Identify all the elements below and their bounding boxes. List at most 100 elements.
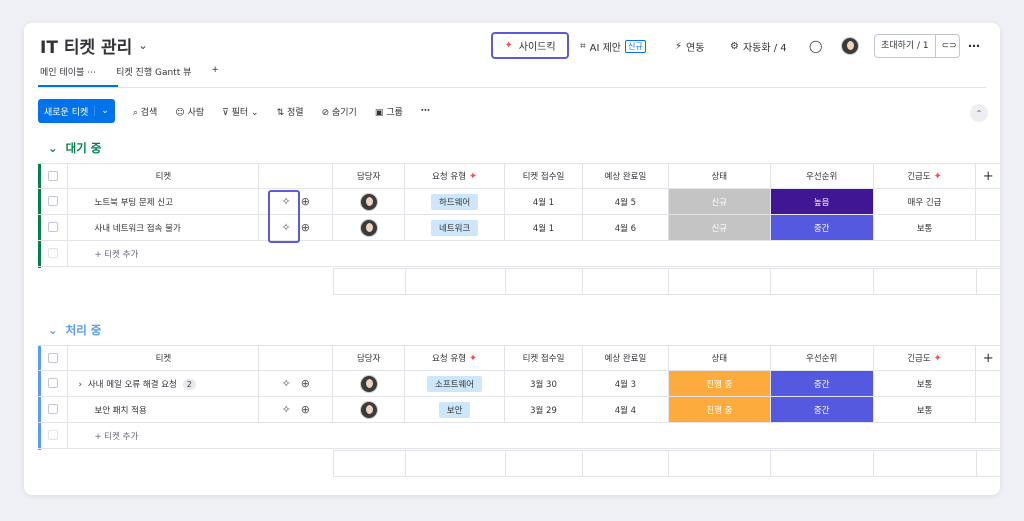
collapse-toolbar-icon[interactable]: ⌃ [970, 104, 988, 122]
add-column-icon[interactable]: + [975, 345, 1000, 371]
due-date[interactable]: 4월 5 [582, 188, 669, 215]
column-header-received[interactable]: 티켓 접수일 [504, 345, 583, 371]
urgency-value[interactable]: 보통 [873, 396, 977, 423]
priority-badge[interactable]: 중간 [770, 396, 874, 423]
request-type-label[interactable]: 소프트웨어 [427, 375, 483, 392]
add-ticket-input[interactable]: + 티켓 추가 [67, 240, 1000, 267]
avatar[interactable] [841, 37, 859, 55]
column-header-urgency[interactable]: 긴급도 ✦ [873, 163, 977, 189]
add-ticket-row[interactable]: + 티켓 추가 [38, 240, 1000, 267]
avatar[interactable] [359, 192, 378, 211]
person-filter-button[interactable]: ☺ 사람 [175, 105, 204, 118]
sort-button[interactable]: ⇅ 정렬 [277, 105, 304, 118]
automation-button[interactable]: ⚙ 자동화 / 4 [730, 33, 787, 59]
more-icon[interactable]: ⋯ [87, 68, 96, 78]
status-badge[interactable]: 신규 [668, 214, 771, 241]
group-title[interactable]: ⌄ 대기 중 [48, 140, 101, 156]
avatar[interactable] [359, 374, 378, 393]
sparkle-action-icon[interactable]: ✧ [282, 377, 291, 390]
add-update-icon[interactable]: ⊕ [301, 377, 310, 390]
add-column-icon[interactable]: + [975, 163, 1000, 189]
column-header-assignee[interactable]: 담당자 [332, 163, 406, 189]
add-update-icon[interactable]: ⊕ [301, 195, 310, 208]
table-row[interactable]: 사내 네트워크 접속 불가 ✧ ⊕ 네트워크 4월 1 4월 6 신규 중간 보통 [38, 214, 1000, 241]
priority-badge[interactable]: 중간 [770, 214, 874, 241]
ai-suggest-button[interactable]: ⌗ AI 제안 신규 [580, 33, 646, 59]
chevron-down-icon[interactable]: ⌄ [48, 323, 58, 337]
status-badge[interactable]: 진행 중 [668, 370, 771, 397]
invite-button[interactable]: 초대하기 / 1 ⊂⊃ [874, 34, 960, 58]
sidekick-button[interactable]: ✦ 사이드킥 [491, 32, 569, 59]
row-checkbox[interactable] [47, 196, 58, 207]
received-date[interactable]: 4월 1 [504, 188, 583, 215]
column-header-urgency[interactable]: 긴급도 ✦ [873, 345, 977, 371]
urgency-value[interactable]: 보통 [873, 214, 977, 241]
due-date[interactable]: 4월 6 [582, 214, 669, 241]
urgency-value[interactable]: 보통 [873, 370, 977, 397]
tab-gantt-view[interactable]: 티켓 진행 Gantt 뷰 [116, 65, 191, 78]
tab-main-table[interactable]: 메인 테이블 ⋯ [40, 65, 96, 78]
priority-badge[interactable]: 높음 [770, 188, 874, 215]
status-badge[interactable]: 신규 [668, 188, 771, 215]
table-row[interactable]: 노트북 부팅 문제 신고 ✧ ⊕ 하드웨어 4월 1 4월 5 신규 높음 매우 … [38, 188, 1000, 215]
column-header-assignee[interactable]: 담당자 [332, 345, 406, 371]
hide-button[interactable]: ⊘ 숨기기 [322, 105, 357, 118]
integrate-button[interactable]: ⚡ 연동 [675, 33, 704, 59]
request-type-label[interactable]: 하드웨어 [430, 193, 479, 210]
select-all-checkbox[interactable] [47, 170, 58, 181]
table-header: 티켓 담당자 요청 유형 ✦ 티켓 접수일 예상 완료일 상태 우선순위 긴급도… [38, 163, 1000, 189]
column-header-status[interactable]: 상태 [668, 345, 771, 371]
group-button[interactable]: ▣ 그룹 [375, 105, 403, 118]
chevron-down-icon[interactable]: ⌄ [94, 106, 115, 116]
add-update-icon[interactable]: ⊕ [301, 403, 310, 416]
table-row[interactable]: 보안 패치 적용 ✧ ⊕ 보안 3월 29 4월 4 진행 중 중간 보통 [38, 396, 1000, 423]
received-date[interactable]: 4월 1 [504, 214, 583, 241]
due-date[interactable]: 4월 3 [582, 370, 669, 397]
column-header-priority[interactable]: 우선순위 [770, 163, 874, 189]
column-header-status[interactable]: 상태 [668, 163, 771, 189]
column-header-due[interactable]: 예상 완료일 [582, 345, 669, 371]
new-ticket-button[interactable]: 새로운 티켓 ⌄ [38, 99, 115, 123]
more-icon[interactable]: ⋯ [968, 33, 980, 59]
filter-button[interactable]: ⊽ 필터 ⌄ [222, 105, 258, 118]
chat-icon[interactable]: ◯ [809, 33, 822, 59]
column-header-type[interactable]: 요청 유형 ✦ [404, 163, 506, 189]
sparkle-action-icon[interactable]: ✧ [282, 403, 291, 416]
add-view-icon[interactable]: + [211, 65, 219, 78]
row-checkbox[interactable] [47, 222, 58, 233]
due-date[interactable]: 4월 4 [582, 396, 669, 423]
column-header-ticket[interactable]: 티켓 [67, 345, 260, 371]
avatar[interactable] [359, 218, 378, 237]
request-type-label[interactable]: 네트워크 [430, 219, 479, 236]
received-date[interactable]: 3월 29 [504, 396, 583, 423]
column-header-priority[interactable]: 우선순위 [770, 345, 874, 371]
column-header-received[interactable]: 티켓 접수일 [504, 163, 583, 189]
chevron-right-icon[interactable]: › [78, 380, 81, 390]
more-icon[interactable]: ⋯ [421, 106, 430, 116]
column-header-due[interactable]: 예상 완료일 [582, 163, 669, 189]
ticket-name[interactable]: 노트북 부팅 문제 신고 [67, 188, 260, 215]
row-checkbox[interactable] [47, 404, 58, 415]
received-date[interactable]: 3월 30 [504, 370, 583, 397]
add-update-icon[interactable]: ⊕ [301, 221, 310, 234]
column-header-type[interactable]: 요청 유형 ✦ [404, 345, 506, 371]
board-title[interactable]: IT 티켓 관리 ⌄ [40, 33, 148, 58]
table-row[interactable]: › 사내 메일 오류 해결 요청 2 ✧ ⊕ 소프트웨어 3월 30 4월 3 진행 … [38, 370, 1000, 397]
request-type-label[interactable]: 보안 [438, 401, 471, 418]
select-all-checkbox[interactable] [47, 352, 58, 363]
add-ticket-row[interactable]: + 티켓 추가 [38, 422, 1000, 449]
avatar[interactable] [359, 400, 378, 419]
ticket-name[interactable]: 보안 패치 적용 [67, 396, 260, 423]
chevron-down-icon[interactable]: ⌄ [48, 141, 58, 155]
link-icon[interactable]: ⊂⊃ [934, 35, 959, 57]
add-ticket-input[interactable]: + 티켓 추가 [67, 422, 1000, 449]
column-header-ticket[interactable]: 티켓 [67, 163, 260, 189]
search-button[interactable]: ⌕ 검색 [133, 105, 157, 118]
ticket-name[interactable]: 사내 네트워크 접속 불가 [67, 214, 260, 241]
status-badge[interactable]: 진행 중 [668, 396, 771, 423]
row-checkbox[interactable] [47, 378, 58, 389]
ticket-name[interactable]: › 사내 메일 오류 해결 요청 2 [67, 370, 260, 397]
urgency-value[interactable]: 매우 긴급 [873, 188, 977, 215]
group-title[interactable]: ⌄ 처리 중 [48, 322, 101, 338]
priority-badge[interactable]: 중간 [770, 370, 874, 397]
